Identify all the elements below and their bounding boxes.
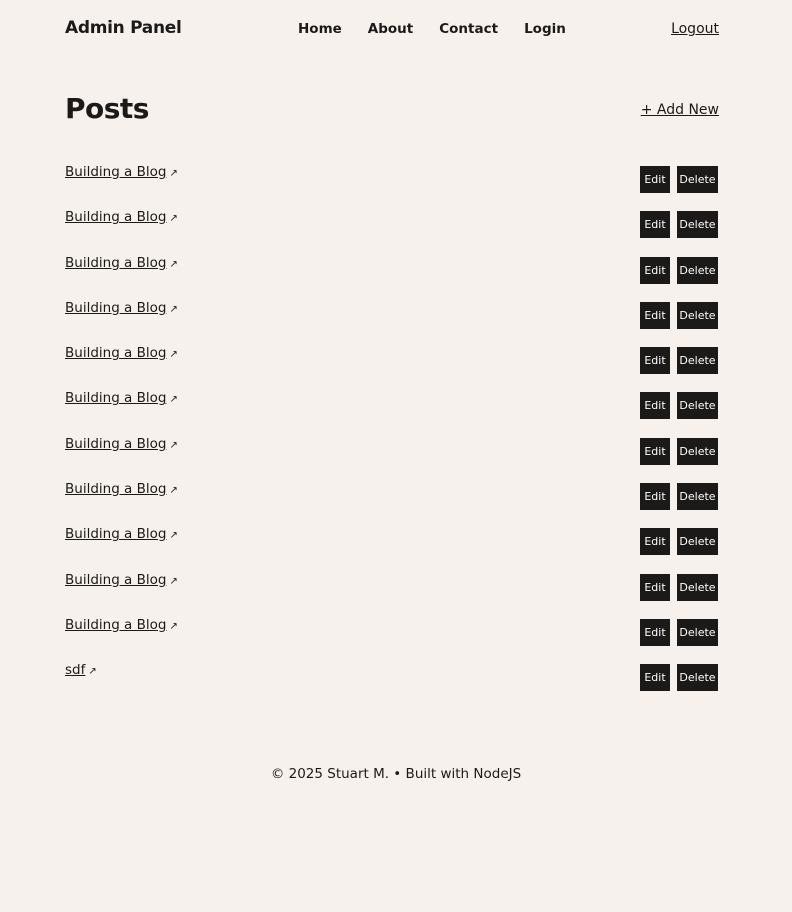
edit-button[interactable]: Edit bbox=[640, 618, 670, 646]
post-row: Building a Blog ↗ Edit Delete bbox=[65, 616, 719, 661]
post-actions: Edit Delete bbox=[640, 392, 718, 420]
edit-button[interactable]: Edit bbox=[640, 664, 670, 692]
edit-button[interactable]: Edit bbox=[640, 573, 670, 601]
post-link[interactable]: Building a Blog ↗ bbox=[65, 526, 178, 542]
post-title: Building a Blog bbox=[65, 209, 167, 226]
post-actions: Edit Delete bbox=[640, 483, 718, 511]
edit-button[interactable]: Edit bbox=[640, 256, 670, 284]
add-new-link[interactable]: + Add New bbox=[641, 102, 719, 118]
post-title: Building a Blog bbox=[65, 481, 167, 498]
post-actions: Edit Delete bbox=[640, 211, 718, 239]
post-actions: Edit Delete bbox=[640, 573, 718, 601]
post-actions: Edit Delete bbox=[640, 166, 718, 193]
post-row: Building a Blog ↗ Edit Delete bbox=[65, 389, 719, 434]
external-link-icon: ↗ bbox=[169, 485, 178, 497]
external-link-icon: ↗ bbox=[169, 575, 178, 587]
post-row: Building a Blog ↗ Edit Delete bbox=[65, 163, 719, 208]
nav-link-contact[interactable]: Contact bbox=[439, 21, 498, 37]
footer-text: © 2025 Stuart M. • Built with NodeJS bbox=[270, 766, 522, 782]
post-actions: Edit Delete bbox=[640, 256, 718, 284]
post-title: Building a Blog bbox=[65, 616, 167, 633]
site-header: Admin Panel Home About Contact Login Log… bbox=[65, 0, 719, 60]
post-row: Building a Blog ↗ Edit Delete bbox=[65, 299, 719, 344]
post-actions: Edit Delete bbox=[640, 301, 718, 329]
delete-button[interactable]: Delete bbox=[677, 664, 718, 692]
post-link[interactable]: Building a Blog ↗ bbox=[65, 390, 178, 406]
delete-button[interactable]: Delete bbox=[677, 437, 718, 465]
post-link[interactable]: Building a Blog ↗ bbox=[65, 617, 178, 633]
post-row: Building a Blog ↗ Edit Delete bbox=[65, 344, 719, 389]
post-title: Building a Blog bbox=[65, 390, 167, 407]
external-link-icon: ↗ bbox=[169, 258, 178, 270]
page-header: Posts + Add New bbox=[65, 92, 719, 132]
delete-button[interactable]: Delete bbox=[677, 211, 718, 239]
post-title: sdf bbox=[65, 662, 86, 679]
external-link-icon: ↗ bbox=[169, 303, 178, 315]
logout-link[interactable]: Logout bbox=[671, 21, 719, 37]
delete-button[interactable]: Delete bbox=[677, 573, 718, 601]
post-list: Building a Blog ↗ Edit Delete Building a … bbox=[65, 163, 719, 707]
delete-button[interactable]: Delete bbox=[677, 618, 718, 646]
post-row: Building a Blog ↗ Edit Delete bbox=[65, 435, 719, 480]
post-link[interactable]: sdf ↗ bbox=[65, 662, 97, 678]
main-nav: Home About Contact Login bbox=[298, 21, 566, 37]
post-title: Building a Blog bbox=[65, 526, 167, 543]
edit-button[interactable]: Edit bbox=[640, 437, 670, 465]
post-title: Building a Blog bbox=[65, 299, 167, 316]
external-link-icon: ↗ bbox=[169, 349, 178, 361]
delete-button[interactable]: Delete bbox=[677, 347, 718, 375]
site-footer: © 2025 Stuart M. • Built with NodeJS bbox=[0, 766, 792, 782]
nav-link-home[interactable]: Home bbox=[298, 21, 342, 37]
post-actions: Edit Delete bbox=[640, 664, 718, 692]
external-link-icon: ↗ bbox=[169, 620, 178, 632]
post-row: Building a Blog ↗ Edit Delete bbox=[65, 525, 719, 570]
delete-button[interactable]: Delete bbox=[677, 166, 718, 193]
edit-button[interactable]: Edit bbox=[640, 347, 670, 375]
post-title: Building a Blog bbox=[65, 254, 167, 271]
external-link-icon: ↗ bbox=[169, 439, 178, 451]
nav-link-about[interactable]: About bbox=[368, 21, 413, 37]
post-row: sdf ↗ Edit Delete bbox=[65, 661, 719, 706]
post-row: Building a Blog ↗ Edit Delete bbox=[65, 254, 719, 299]
edit-button[interactable]: Edit bbox=[640, 392, 670, 420]
edit-button[interactable]: Edit bbox=[640, 166, 670, 193]
post-link[interactable]: Building a Blog ↗ bbox=[65, 300, 178, 316]
post-title: Building a Blog bbox=[65, 571, 167, 588]
post-actions: Edit Delete bbox=[640, 618, 718, 646]
post-actions: Edit Delete bbox=[640, 528, 718, 556]
post-link[interactable]: Building a Blog ↗ bbox=[65, 572, 178, 588]
post-actions: Edit Delete bbox=[640, 347, 718, 375]
nav-link-login[interactable]: Login bbox=[524, 21, 566, 37]
edit-button[interactable]: Edit bbox=[640, 301, 670, 329]
post-actions: Edit Delete bbox=[640, 437, 718, 465]
external-link-icon: ↗ bbox=[169, 394, 178, 406]
post-title: Building a Blog bbox=[65, 164, 167, 180]
page-title: Posts bbox=[65, 92, 149, 125]
post-title: Building a Blog bbox=[65, 435, 167, 452]
site-logo[interactable]: Admin Panel bbox=[65, 18, 182, 38]
post-row: Building a Blog ↗ Edit Delete bbox=[65, 480, 719, 525]
external-link-icon: ↗ bbox=[88, 666, 97, 678]
external-link-icon: ↗ bbox=[169, 213, 178, 225]
edit-button[interactable]: Edit bbox=[640, 211, 670, 239]
edit-button[interactable]: Edit bbox=[640, 483, 670, 511]
delete-button[interactable]: Delete bbox=[677, 392, 718, 420]
post-link[interactable]: Building a Blog ↗ bbox=[65, 481, 178, 497]
post-link[interactable]: Building a Blog ↗ bbox=[65, 436, 178, 452]
external-link-icon: ↗ bbox=[169, 530, 178, 542]
post-link[interactable]: Building a Blog ↗ bbox=[65, 164, 178, 180]
delete-button[interactable]: Delete bbox=[677, 528, 718, 556]
delete-button[interactable]: Delete bbox=[677, 483, 718, 511]
post-title: Building a Blog bbox=[65, 345, 167, 362]
post-link[interactable]: Building a Blog ↗ bbox=[65, 209, 178, 225]
post-row: Building a Blog ↗ Edit Delete bbox=[65, 571, 719, 616]
edit-button[interactable]: Edit bbox=[640, 528, 670, 556]
post-link[interactable]: Building a Blog ↗ bbox=[65, 255, 178, 271]
post-row: Building a Blog ↗ Edit Delete bbox=[65, 208, 719, 253]
external-link-icon: ↗ bbox=[169, 168, 178, 179]
post-link[interactable]: Building a Blog ↗ bbox=[65, 345, 178, 361]
delete-button[interactable]: Delete bbox=[677, 256, 718, 284]
delete-button[interactable]: Delete bbox=[677, 301, 718, 329]
